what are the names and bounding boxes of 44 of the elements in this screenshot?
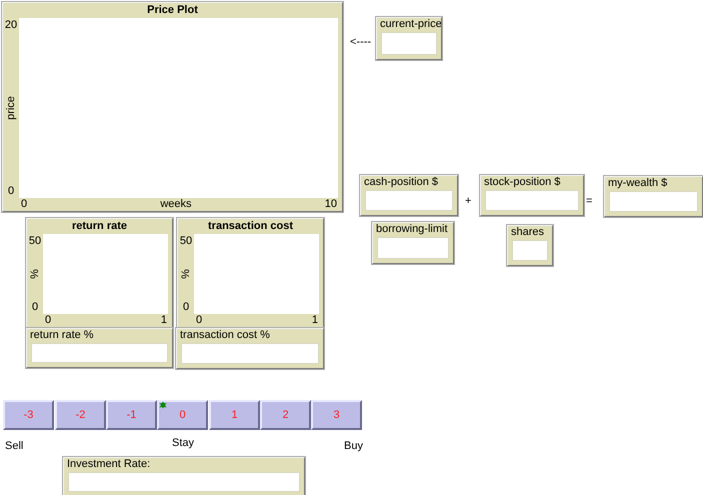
plot-title: Price Plot bbox=[146, 3, 199, 18]
axis-label: weeks bbox=[160, 198, 192, 211]
rate-button[interactable]: 1 bbox=[209, 400, 260, 430]
plot-title: return rate bbox=[70, 219, 128, 234]
axis-label: % bbox=[29, 269, 41, 279]
rate-button[interactable]: 3 bbox=[311, 400, 362, 430]
monitor-value-field bbox=[377, 237, 449, 259]
monitor-label: transaction cost % bbox=[179, 329, 271, 342]
monitor-label: stock-position $ bbox=[483, 176, 562, 189]
rate-button[interactable]: -2 bbox=[55, 400, 106, 430]
monitor-value-field bbox=[381, 32, 437, 55]
axis-tick-label: 1 bbox=[312, 314, 318, 327]
axis-tick-label: 0 bbox=[8, 185, 14, 197]
axis-tick-label: 10 bbox=[324, 198, 337, 211]
axis-tick-label: 0 bbox=[182, 301, 190, 313]
plot-title: transaction cost bbox=[207, 219, 294, 234]
axis-tick-label: 1 bbox=[160, 314, 167, 327]
rate-button[interactable]: -3 bbox=[3, 400, 54, 430]
note-text: Sell bbox=[5, 440, 24, 453]
axis-tick-label: 0 bbox=[45, 314, 52, 327]
axis-tick-label: 0 bbox=[21, 198, 28, 211]
note-text: Buy bbox=[344, 440, 363, 453]
axis-tick-label: 0 bbox=[196, 314, 202, 327]
rate-button[interactable]: -1 bbox=[106, 400, 157, 430]
monitor-label: shares bbox=[510, 226, 546, 239]
axis-tick-label: 20 bbox=[4, 19, 18, 31]
axis-tick-label: 50 bbox=[180, 235, 192, 247]
monitor-value-field bbox=[512, 240, 548, 261]
note-text: = bbox=[586, 195, 592, 208]
axis-label: % bbox=[180, 269, 192, 279]
rate-button[interactable]: 2 bbox=[260, 400, 311, 430]
axis-label: price bbox=[5, 96, 17, 120]
monitor-label: Investment Rate: bbox=[66, 458, 152, 471]
axis-tick-label: 50 bbox=[28, 235, 42, 247]
axis-tick-label: 0 bbox=[32, 301, 38, 313]
monitor-label: return rate % bbox=[29, 329, 95, 342]
monitor-label: my-wealth $ bbox=[607, 177, 668, 190]
rate-button[interactable]: 0 bbox=[157, 400, 208, 430]
note-text: + bbox=[465, 195, 472, 208]
monitor-label: cash-position $ bbox=[363, 176, 439, 189]
note-text: <---- bbox=[350, 36, 372, 49]
monitor-label: borrowing-limit bbox=[375, 223, 449, 236]
monitor-label: current-price bbox=[379, 18, 441, 31]
note-text: Stay bbox=[172, 437, 194, 450]
